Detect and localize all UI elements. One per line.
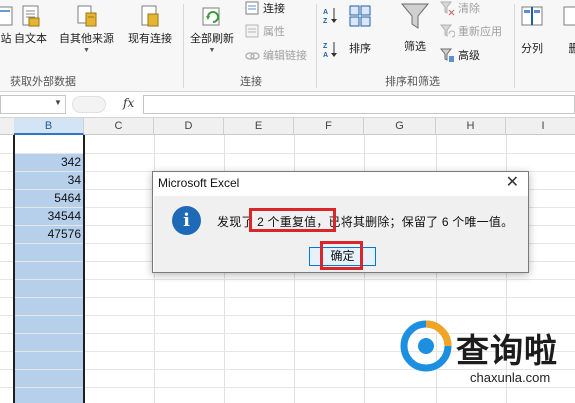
dialog-title: Microsoft Excel [158,176,240,190]
existing-connections-button[interactable]: 现有连接 [128,4,172,46]
message-dialog: Microsoft Excel ✕ i 发现了 2 个重复值，已将其删除；保留了… [152,171,529,273]
chevron-down-icon[interactable]: ▼ [54,98,62,107]
from-other-sources-label: 自其他来源 [59,33,114,45]
from-other-sources-button[interactable]: 自其他来源 ▼ [59,4,114,54]
text-file-icon [19,4,43,28]
highlight-box [249,208,336,232]
text-to-columns-icon [520,4,544,28]
filter-label: 筛选 [404,41,426,53]
cell-value[interactable]: 34 [15,171,81,189]
advanced-filter-button[interactable]: 高级 [439,47,480,63]
column-header-d[interactable]: D [154,118,224,135]
formula-bar-grip[interactable] [72,96,106,113]
group-divider [514,4,515,88]
refresh-icon [200,4,224,28]
filter-funnel-icon [400,2,430,32]
properties-button[interactable]: 属性 [245,23,285,39]
existing-connections-label: 现有连接 [128,33,172,45]
clear-label: 清除 [458,3,480,15]
chevron-down-icon: ▼ [208,47,216,54]
svg-text:Z: Z [323,18,328,24]
from-text-button[interactable]: 自文本 [14,4,47,46]
column-header-h[interactable]: H [436,118,506,135]
connections-icon [245,1,260,16]
close-icon[interactable]: ✕ [506,174,519,192]
from-text-label: 自文本 [14,33,47,45]
sort-descending-button[interactable]: ZA [322,40,343,59]
watermark-logo-icon [400,320,452,372]
group-divider [183,4,184,88]
remove-duplicates-icon [562,4,575,28]
column-header-row: B C D E F G H I [0,118,575,135]
info-icon: i [172,206,201,235]
reapply-icon [439,24,456,39]
cell-value[interactable]: 342 [15,153,81,171]
column-header-b[interactable]: B [14,118,84,135]
column-header-c[interactable]: C [84,118,154,135]
reapply-label: 重新应用 [458,26,502,38]
text-to-columns-button[interactable]: 分列 [520,4,544,56]
properties-icon [245,24,260,39]
group-divider [316,4,317,88]
edit-links-label: 编辑链接 [263,50,307,62]
sort-dialog-icon [348,4,372,28]
chevron-down-icon: ▼ [83,47,90,54]
cell-value[interactable]: 34544 [15,207,81,225]
column-header-i[interactable]: I [506,118,575,135]
column-header-g[interactable]: G [364,118,436,135]
remove-duplicates-label: 删 [568,43,575,55]
text-to-columns-label: 分列 [521,43,543,55]
sort-za-icon: ZA [322,40,340,59]
svg-text:A: A [323,52,328,58]
existing-connections-icon [138,4,162,28]
other-sources-icon [75,4,99,28]
column-header-f[interactable]: F [294,118,364,135]
refresh-all-button[interactable]: 全部刷新 ▼ [190,4,234,54]
formula-bar: ▼ fx [0,92,575,118]
edit-links-icon [245,48,260,63]
clear-filter-button[interactable]: 清除 [439,0,480,16]
gridline [0,279,575,280]
cell-value[interactable]: 47576 [15,225,81,243]
group-label-external-data: 获取外部数据 [10,76,76,88]
remove-duplicates-button[interactable]: 删 [562,4,575,56]
svg-text:A: A [323,9,328,16]
sort-az-icon: AZ [322,6,340,25]
sort-ascending-button[interactable]: AZ [322,6,343,25]
watermark: 查询啦 chaxunla.com [400,320,575,403]
watermark-url: chaxunla.com [470,370,551,385]
from-web-label: 站 [0,33,12,45]
reapply-button[interactable]: 重新应用 [439,23,502,39]
gridline [0,315,575,316]
advanced-label: 高级 [458,50,480,62]
formula-input[interactable] [143,95,575,114]
cell-value[interactable]: 5464 [15,189,81,207]
clear-icon [439,1,455,16]
gridline [0,153,575,154]
ribbon: 站 自文本 自其他来源 ▼ 现有连接 获取外部数据 全部刷新 ▼ 连接 属性 编… [0,0,575,92]
gridline [0,297,575,298]
advanced-icon [439,48,455,63]
selection-border [83,135,85,403]
properties-label: 属性 [263,26,285,38]
refresh-all-label: 全部刷新 [190,33,234,45]
filter-button[interactable]: 筛选 [400,2,430,54]
svg-text:Z: Z [323,43,328,50]
watermark-text: 查询啦 [456,331,558,370]
insert-function-icon[interactable]: fx [123,96,134,110]
column-header-e[interactable]: E [224,118,294,135]
group-label-connections: 连接 [240,76,262,88]
group-label-sort-filter: 排序和筛选 [385,76,440,88]
edit-links-button[interactable]: 编辑链接 [245,47,307,63]
sort-button[interactable]: 排序 [348,4,372,56]
active-cell[interactable] [15,135,83,153]
connections-button[interactable]: 连接 [245,0,285,16]
dialog-body: i 发现了 2 个重复值，已将其删除；保留了 6 个唯一值。 确定 [154,196,528,272]
connections-label: 连接 [263,3,285,15]
sort-label: 排序 [349,43,371,55]
highlight-box [320,241,363,270]
